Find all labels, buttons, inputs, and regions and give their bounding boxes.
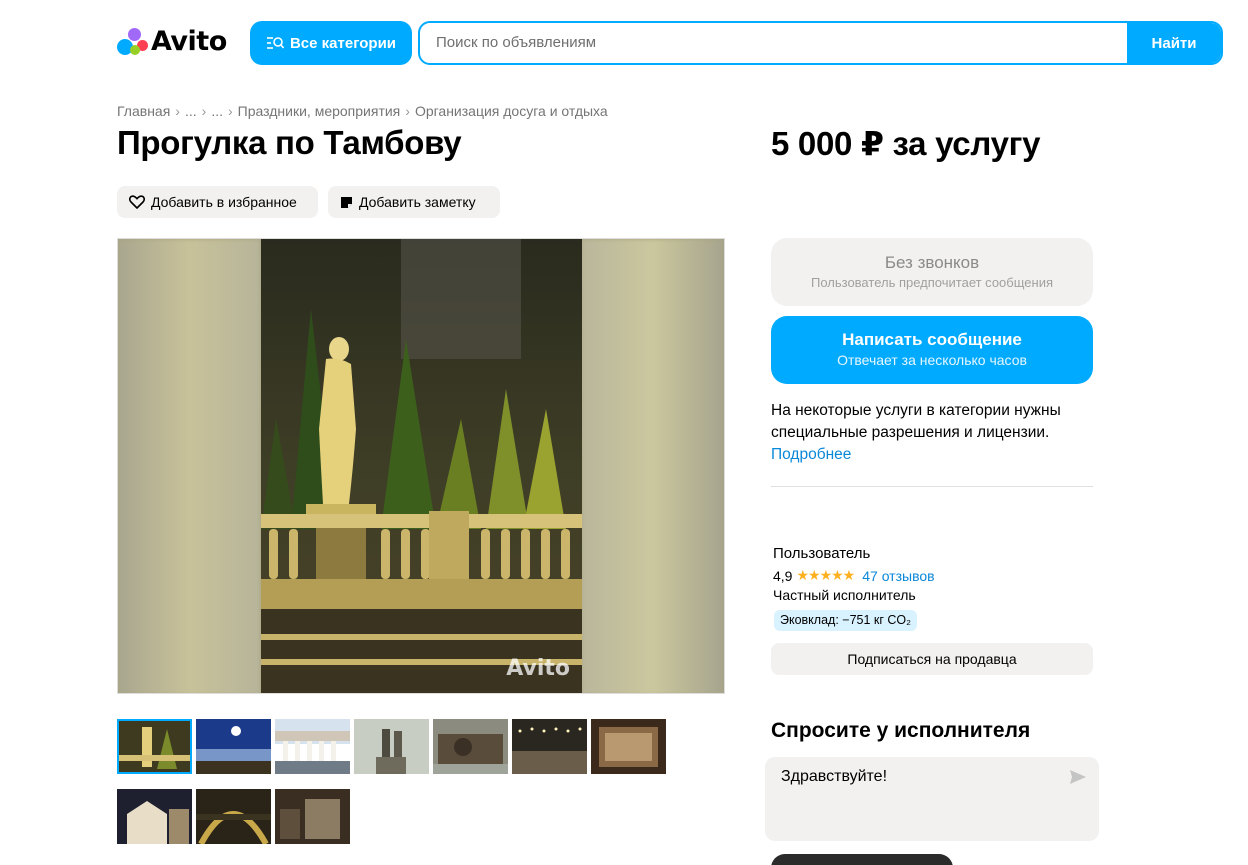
logo-text: Avito xyxy=(151,26,227,57)
listing-title: Прогулка по Тамбову xyxy=(117,124,462,161)
main-photo-gallery[interactable]: Avito xyxy=(117,238,725,694)
photo-blurred-right xyxy=(581,239,724,693)
ask-message-field[interactable]: Здравствуйте! xyxy=(765,757,1099,841)
thumbnail[interactable] xyxy=(591,719,666,774)
breadcrumb-collapsed-1[interactable]: ... xyxy=(185,103,197,119)
search-input[interactable] xyxy=(436,23,1126,63)
seller-name[interactable]: Пользователь xyxy=(773,545,870,562)
send-message-button[interactable] xyxy=(771,854,953,865)
all-categories-button[interactable]: Все категории xyxy=(250,21,412,65)
ask-seller-heading: Спросите у исполнителя xyxy=(771,719,1031,742)
breadcrumb-chevron-icon: › xyxy=(201,103,207,119)
add-note-label: Добавить заметку xyxy=(359,194,476,210)
add-to-favorites-button[interactable]: Добавить в избранное xyxy=(117,186,318,218)
thumbnail[interactable] xyxy=(196,719,271,774)
categories-search-icon xyxy=(266,37,284,49)
search-bar: Найти xyxy=(418,21,1223,65)
rating-stars-icon: ★★★★★ xyxy=(796,567,855,583)
avito-watermark: Avito xyxy=(506,656,570,681)
seller-type: Частный исполнитель xyxy=(773,587,916,603)
license-notice: На некоторые услуги в категории нужны сп… xyxy=(771,400,1093,466)
rating-value: 4,9 xyxy=(773,567,793,584)
listing-price: 5 000 ₽ за услугу xyxy=(771,125,1041,162)
thumbnail[interactable] xyxy=(196,789,271,844)
all-categories-label: Все категории xyxy=(289,34,397,52)
breadcrumb-chevron-icon: › xyxy=(175,103,180,119)
thumbnail[interactable] xyxy=(275,789,350,844)
search-button[interactable]: Найти xyxy=(1127,23,1221,63)
seller-rating: 4,9 ★★★★★ 47 отзывов xyxy=(773,567,935,584)
photo-blurred-left xyxy=(118,239,261,693)
heart-icon xyxy=(129,195,145,209)
no-calls-title: Без звонков xyxy=(884,253,980,272)
no-calls-subtitle: Пользователь предпочитает сообщения xyxy=(810,275,1053,290)
more-info-link[interactable]: Подробнее xyxy=(771,446,851,463)
thumbnail[interactable] xyxy=(117,789,192,844)
ask-message-text[interactable]: Здравствуйте! xyxy=(781,768,887,786)
avito-logo[interactable]: Avito xyxy=(117,26,227,57)
no-calls-info: Без звонков Пользователь предпочитает со… xyxy=(771,238,1093,306)
breadcrumb-leisure[interactable]: Организация досуга и отдыха xyxy=(415,103,608,119)
divider xyxy=(771,486,1093,487)
logo-dots-icon xyxy=(117,27,148,57)
breadcrumb-chevron-icon: › xyxy=(405,103,410,119)
breadcrumb-home[interactable]: Главная xyxy=(117,103,170,119)
add-note-button[interactable]: Добавить заметку xyxy=(328,186,500,218)
subscribe-seller-button[interactable]: Подписаться на продавца xyxy=(771,643,1093,675)
thumbnail[interactable] xyxy=(512,719,587,774)
breadcrumb-collapsed-2[interactable]: ... xyxy=(211,103,223,119)
thumbnail[interactable] xyxy=(117,719,192,774)
eco-contribution-badge[interactable]: Эковклад: −751 кг CO₂ xyxy=(774,610,918,631)
response-time-label: Отвечает за несколько часов xyxy=(837,352,1027,368)
breadcrumb-chevron-icon: › xyxy=(227,103,233,119)
add-to-favorites-label: Добавить в избранное xyxy=(151,194,297,210)
note-icon xyxy=(341,196,352,208)
thumbnail[interactable] xyxy=(354,719,429,774)
breadcrumb-holidays[interactable]: Праздники, мероприятия xyxy=(238,103,401,119)
breadcrumb: Главная › ... › ... › Праздники, меропри… xyxy=(117,103,608,119)
main-photo: Avito xyxy=(261,239,582,693)
send-icon[interactable] xyxy=(1069,769,1087,785)
thumbnail[interactable] xyxy=(433,719,508,774)
write-message-button[interactable]: Написать сообщение Отвечает за несколько… xyxy=(771,316,1093,384)
thumbnail[interactable] xyxy=(275,719,350,774)
write-message-label: Написать сообщение xyxy=(842,330,1022,349)
reviews-link[interactable]: 47 отзывов xyxy=(862,568,934,584)
license-notice-text: На некоторые услуги в категории нужны сп… xyxy=(771,402,1061,441)
